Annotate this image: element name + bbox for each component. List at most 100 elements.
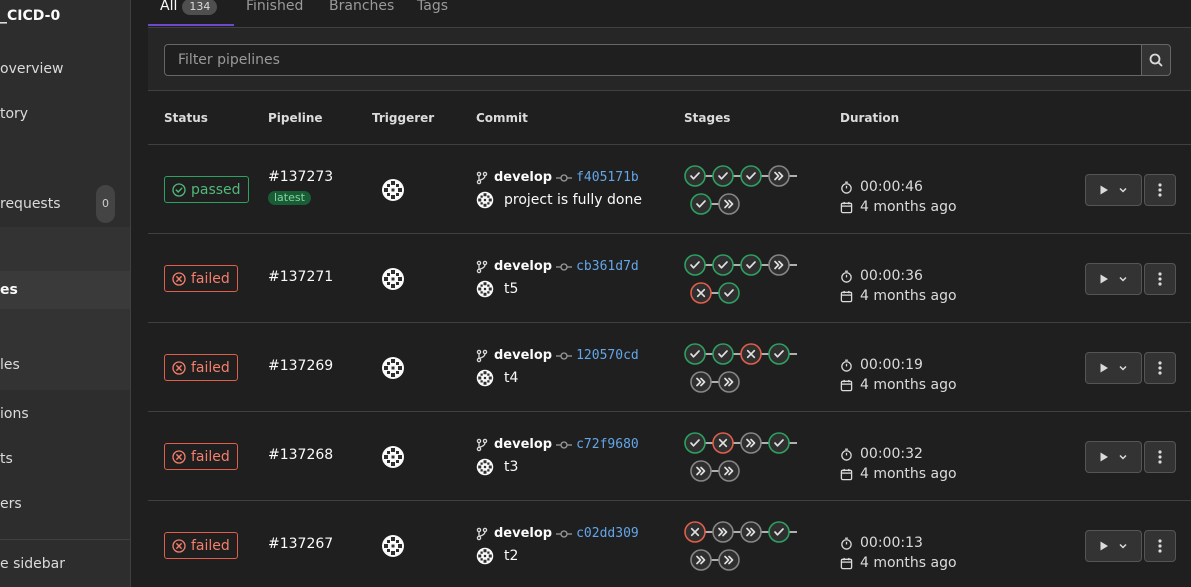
pipeline-id-link[interactable]: #137268 (268, 447, 333, 463)
play-icon (1100, 363, 1108, 373)
kebab-icon (1158, 539, 1162, 553)
branch-icon (476, 260, 488, 273)
branch-link[interactable]: develop (494, 170, 552, 185)
column-header-duration: Duration (840, 111, 900, 125)
commit-message: t2 (476, 547, 518, 565)
more-actions-button[interactable] (1144, 263, 1176, 295)
commit-title-link[interactable]: t5 (504, 281, 518, 297)
commit-ref: develop f405171b (476, 170, 639, 185)
project-title[interactable]: _CICD-0 (0, 8, 130, 28)
status-badge[interactable]: passed (164, 176, 249, 203)
commit-title-link[interactable]: project is fully done (504, 192, 642, 208)
more-actions-button[interactable] (1144, 441, 1176, 473)
play-icon (1100, 185, 1108, 195)
triggerer-avatar[interactable] (381, 178, 405, 202)
branch-link[interactable]: develop (494, 348, 552, 363)
tab-tags[interactable]: Tags (417, 0, 448, 26)
sidebar-item-members[interactable]: ers (0, 485, 130, 523)
search-button[interactable] (1141, 44, 1171, 76)
pipeline-id-link[interactable]: #137271 (268, 269, 333, 285)
sidebar-item-label: requests (0, 196, 61, 212)
status-badge[interactable]: failed (164, 265, 238, 292)
tab-branches[interactable]: Branches (329, 0, 394, 26)
sidebar-item-pipelines[interactable]: es (0, 271, 130, 309)
commit-title-link[interactable]: t2 (504, 548, 518, 564)
tab-count-badge: 134 (182, 0, 218, 15)
pipeline-duration: 00:00:36 (840, 268, 923, 284)
status-badge[interactable]: failed (164, 532, 238, 559)
commit-author-avatar[interactable] (476, 458, 494, 476)
status-label: passed (191, 181, 241, 198)
commit-author-avatar[interactable] (476, 369, 494, 387)
pipeline-duration: 00:00:46 (840, 179, 923, 195)
commit-message: t3 (476, 458, 518, 476)
branch-icon (476, 171, 488, 184)
sidebar-item-analytics[interactable]: ts (0, 440, 130, 478)
tab-all[interactable]: All 134 (148, 0, 234, 26)
more-actions-button[interactable] (1144, 352, 1176, 384)
run-manual-job-dropdown[interactable] (1085, 530, 1142, 562)
sidebar-item-repository[interactable]: tory (0, 106, 130, 126)
branch-link[interactable]: develop (494, 526, 552, 541)
run-manual-job-dropdown[interactable] (1085, 174, 1142, 206)
pipeline-id-link[interactable]: #137267 (268, 536, 333, 552)
column-header-pipeline: Pipeline (268, 111, 323, 125)
commit-ref: develop 120570cd (476, 348, 639, 363)
sidebar-item-operations[interactable]: ions (0, 395, 130, 433)
sidebar-item-overview[interactable]: overview (0, 61, 130, 81)
status-success-icon (172, 182, 186, 197)
sidebar-item-merge-requests[interactable]: requests 0 (0, 185, 130, 223)
commit-sha-link[interactable]: cb361d7d (576, 259, 639, 274)
commit-sha-link[interactable]: c02dd309 (576, 526, 639, 541)
status-badge[interactable]: failed (164, 354, 238, 381)
filter-pipelines-input[interactable] (164, 44, 1142, 76)
finished-value: 4 months ago (860, 466, 957, 482)
sidebar-cicd-block (0, 227, 130, 271)
pipeline-id-link[interactable]: #137273 (268, 169, 333, 185)
table-row: failed #137271 develop cb361d7d t5 00:00… (148, 234, 1191, 323)
row-actions (1085, 530, 1176, 562)
triggerer-avatar[interactable] (381, 445, 405, 469)
branch-link[interactable]: develop (494, 259, 552, 274)
pipeline-stages (684, 165, 797, 215)
play-icon (1100, 274, 1108, 284)
triggerer-avatar[interactable] (381, 534, 405, 558)
run-manual-job-dropdown[interactable] (1085, 263, 1142, 295)
commit-sha-link[interactable]: 120570cd (576, 348, 639, 363)
branch-link[interactable]: develop (494, 437, 552, 452)
filter-bar (148, 27, 1191, 91)
triggerer-avatar[interactable] (381, 356, 405, 380)
chevron-down-icon (1118, 187, 1127, 193)
latest-badge: latest (268, 191, 311, 205)
commit-ref: develop c02dd309 (476, 526, 639, 541)
run-manual-job-dropdown[interactable] (1085, 441, 1142, 473)
commit-sha-link[interactable]: f405171b (576, 170, 639, 185)
collapse-sidebar-button[interactable]: e sidebar (0, 545, 130, 583)
run-manual-job-dropdown[interactable] (1085, 352, 1142, 384)
pipeline-finished: 4 months ago (840, 288, 957, 304)
calendar-icon (840, 379, 853, 391)
status-failed-icon (172, 538, 186, 553)
commit-author-avatar[interactable] (476, 280, 494, 298)
status-label: failed (191, 359, 230, 376)
column-header-stages: Stages (684, 111, 731, 125)
triggerer-avatar[interactable] (381, 267, 405, 291)
more-actions-button[interactable] (1144, 174, 1176, 206)
more-actions-button[interactable] (1144, 530, 1176, 562)
sidebar: _CICD-0 overview tory requests 0 es les … (0, 0, 131, 587)
status-badge[interactable]: failed (164, 443, 238, 470)
pipeline-duration: 00:00:19 (840, 357, 923, 373)
commit-title-link[interactable]: t3 (504, 459, 518, 475)
sidebar-item-schedules[interactable]: les (0, 346, 130, 384)
calendar-icon (840, 468, 853, 480)
pipeline-id-link[interactable]: #137269 (268, 358, 333, 374)
table-header: Status Pipeline Triggerer Commit Stages … (148, 92, 1191, 145)
status-label: failed (191, 270, 230, 287)
commit-author-avatar[interactable] (476, 547, 494, 565)
tab-finished[interactable]: Finished (246, 0, 303, 26)
pipeline-stages (684, 521, 797, 571)
commit-author-avatar[interactable] (476, 191, 494, 209)
finished-value: 4 months ago (860, 555, 957, 571)
commit-title-link[interactable]: t4 (504, 370, 518, 386)
commit-sha-link[interactable]: c72f9680 (576, 437, 639, 452)
